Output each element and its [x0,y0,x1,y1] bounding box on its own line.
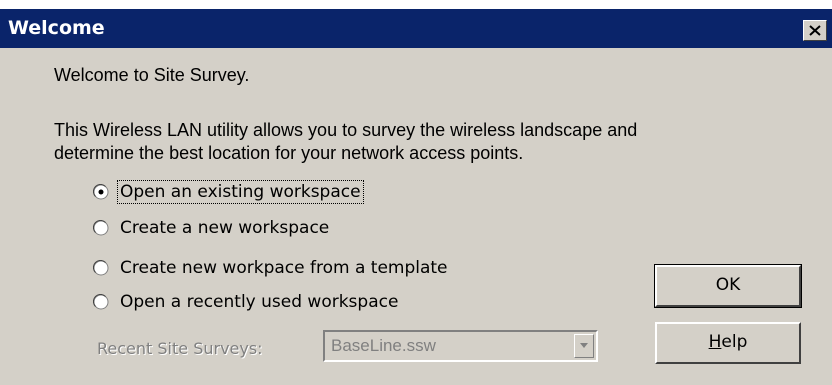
recent-surveys-label: Recent Site Surveys: [97,339,263,358]
combobox-value: BaseLine.ssw [331,336,436,355]
close-icon [809,25,821,36]
help-button-mnemonic: H [708,332,722,352]
window-title: Welcome [8,17,105,39]
recent-surveys-combobox[interactable]: BaseLine.ssw [323,330,598,362]
radio-unselected-icon[interactable] [93,220,109,236]
help-button[interactable]: Help [655,322,801,364]
radio-unselected-icon[interactable] [93,260,109,276]
ok-button[interactable]: OK [654,264,802,308]
radio-selected-icon[interactable] [93,184,109,200]
help-button-rest: elp [721,332,748,352]
close-button[interactable] [803,20,827,41]
chevron-down-icon [580,343,588,348]
radio-open-existing[interactable]: Open an existing workspace [93,180,383,207]
radio-label: Open a recently used workspace [120,292,399,312]
title-bar[interactable]: Welcome [0,9,832,48]
radio-from-template[interactable]: Create new workpace from a template [93,257,473,283]
description-line-1: This Wireless LAN utility allows you to … [54,120,638,140]
welcome-message: Welcome to Site Survey. [54,65,250,85]
welcome-dialog: Welcome Welcome to Site Survey. This Wir… [0,9,832,385]
radio-create-new[interactable]: Create a new workspace [93,217,383,243]
radio-unselected-icon[interactable] [93,294,109,310]
description-line-2: determine the best location for your net… [54,143,524,163]
combobox-dropdown-button[interactable] [574,334,594,358]
radio-label: Open an existing workspace [117,180,364,204]
radio-label: Create a new workspace [120,218,330,238]
radio-recently-used[interactable]: Open a recently used workspace [93,291,423,317]
radio-label: Create new workpace from a template [120,258,448,278]
